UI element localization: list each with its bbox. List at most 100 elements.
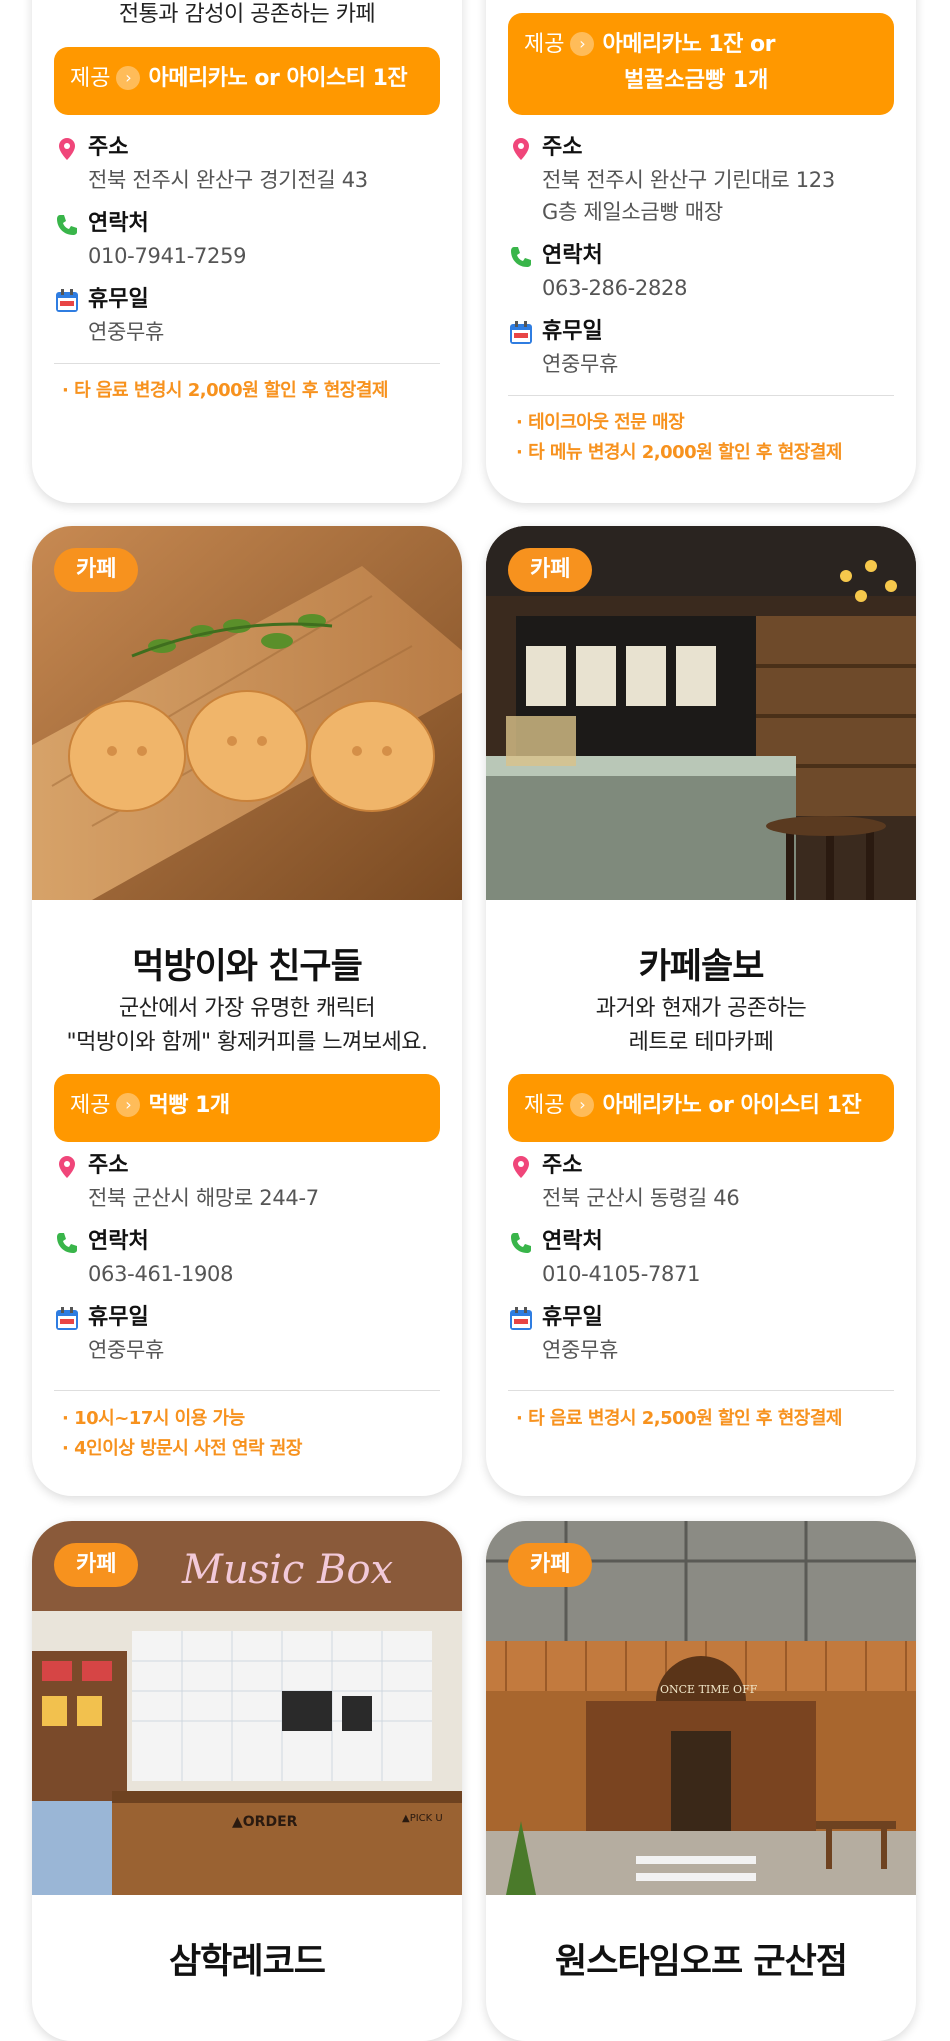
holiday-label: 휴무일 [88,1305,149,1330]
cafe-card[interactable]: 카페 먹방이와 친구들 군산에서 가장 유명한 캐릭터 "먹방이와 함께" 황제… [32,526,462,1496]
phone-icon [57,215,77,235]
info-list: 주소 전북 군산시 동령길 46 연락처 010-4105-7871 휴무일 연… [508,1150,894,1378]
cafe-name: 먹방이와 친구들 [132,947,363,987]
chevron-right-icon: › [570,1093,595,1117]
offer-value: 아메리카노 or 아이스티 1잔 [602,1093,862,1118]
phone-value: 010-4105-7871 [542,1262,701,1286]
cafe-photo: 카페 [32,526,462,900]
holiday-value: 연중무휴 [88,320,165,344]
contact-label: 연락처 [542,243,603,268]
phone-value: 063-461-1908 [88,1262,234,1286]
photo-sign-text: Music Box [181,1547,393,1593]
photo-order-text: ▲ORDER [232,1814,298,1830]
desc-line: 레트로 테마카페 [628,1030,774,1055]
address-row: 주소 전북 전주시 완산구 경기전길 43 [54,132,440,196]
cafe-description: 과거와 현재가 공존하는 레트로 테마카페 [486,992,916,1060]
address-value-line2: G층 제일소금빵 매장 [542,200,723,224]
note-item: · 타 음료 변경시 2,000원 할인 후 현장결제 [62,380,388,401]
cafe-card[interactable]: ONCE TIME OFF 카페 원스타임오프 군산점 [486,1521,916,2041]
divider [54,363,440,364]
offer-label: 제공 [70,66,111,91]
contact-label: 연락처 [542,1229,603,1254]
holiday-row: 휴무일 연중무휴 [508,316,894,380]
holiday-row: 휴무일 연중무휴 [54,284,440,348]
category-badge: 카페 [54,1543,139,1587]
address-label: 주소 [542,135,583,160]
phone-value: 010-7941-7259 [88,244,247,268]
address-label: 주소 [542,1153,583,1178]
cafe-card[interactable]: 카페 카페솔보 과거와 현재가 공존하는 레트로 테마카페 제공 › 아메리카노 o… [486,526,916,1496]
offer-box: 제공 › 먹빵 1개 [54,1074,440,1142]
location-pin-icon [513,1156,529,1178]
phone-icon [511,247,531,267]
cafe-card[interactable]: Music Box ▲ORDER ▲PICK U 카페 삼학레코드 [32,1521,462,2041]
calendar-icon [510,1307,532,1330]
cafe-photo: ONCE TIME OFF 카페 [486,1521,916,1895]
holiday-label: 휴무일 [88,287,149,312]
offer-label: 제공 [524,32,565,57]
photo-pickup-text: ▲PICK U [402,1813,443,1824]
address-row: 주소 전북 군산시 해망로 244-7 [54,1150,440,1214]
contact-row: 연락처 010-7941-7259 [54,208,440,272]
divider [508,1390,894,1391]
cafe-name: 삼학레코드 [168,1942,326,1982]
cafe-card[interactable]: 제공 › 아메리카노 1잔 or 벌꿀소금빵 1개 주소 전북 전주시 완산구 기린… [486,0,916,503]
offer-box: 제공 › 아메리카노 or 아이스티 1잔 [508,1074,894,1142]
notes: · 테이크아웃 전문 매장 · 타 메뉴 변경시 2,000원 할인 후 현장결… [516,408,896,468]
chevron-right-icon: › [116,1093,141,1117]
address-label: 주소 [88,1153,129,1178]
offer-box: 제공 › 아메리카노 or 아이스티 1잔 [54,47,440,115]
note-item: · 10시~17시 이용 가능 [62,1408,245,1429]
contact-row: 연락처 063-286-2828 [508,240,894,304]
offer-value-line2: 벌꿀소금빵 1개 [624,68,769,93]
cafe-name: 원스타임오프 군산점 [555,1942,848,1982]
address-label: 주소 [88,135,129,160]
contact-label: 연락처 [88,1229,149,1254]
notes: · 타 음료 변경시 2,500원 할인 후 현장결제 [516,1404,896,1434]
note-item: · 테이크아웃 전문 매장 [516,412,685,433]
holiday-label: 휴무일 [542,319,603,344]
address-value: 전북 군산시 해망로 244-7 [88,1186,319,1210]
desc-line: "먹방이와 함께" 황제커피를 느껴보세요. [66,1030,428,1055]
location-pin-icon [513,138,529,160]
calendar-icon [56,289,78,312]
notes: · 10시~17시 이용 가능 · 4인이상 방문시 사전 연락 권장 [62,1404,442,1464]
holiday-label: 휴무일 [542,1305,603,1330]
holiday-row: 휴무일 연중무휴 [54,1302,440,1366]
notes: · 타 음료 변경시 2,000원 할인 후 현장결제 [62,376,442,406]
address-value: 전북 군산시 동령길 46 [542,1186,740,1210]
contact-row: 연락처 010-4105-7871 [508,1226,894,1290]
calendar-icon [56,1307,78,1330]
desc-line: 과거와 현재가 공존하는 [595,996,807,1021]
address-row: 주소 전북 전주시 완산구 기린대로 123 G층 제일소금빵 매장 [508,132,894,228]
note-item: · 타 메뉴 변경시 2,000원 할인 후 현장결제 [516,442,842,463]
phone-icon [511,1233,531,1253]
divider [54,1390,440,1391]
address-value-line1: 전북 전주시 완산구 기린대로 123 [542,168,835,192]
photo-sign-text: ONCE TIME OFF [660,1683,758,1696]
contact-row: 연락처 063-461-1908 [54,1226,440,1290]
contact-label: 연락처 [88,211,149,236]
category-badge: 카페 [508,1543,593,1587]
info-list: 주소 전북 전주시 완산구 경기전길 43 연락처 010-7941-7259 … [54,132,440,360]
address-value: 전북 전주시 완산구 경기전길 43 [88,168,368,192]
holiday-row: 휴무일 연중무휴 [508,1302,894,1366]
cafe-card[interactable]: 전통과 감성이 공존하는 카페 제공 › 아메리카노 or 아이스티 1잔 주소 전… [32,0,462,503]
category-badge: 카페 [508,548,593,592]
cafe-description: 전통과 감성이 공존하는 카페 [118,2,376,27]
offer-box: 제공 › 아메리카노 1잔 or 벌꿀소금빵 1개 [508,13,894,115]
desc-line: 군산에서 가장 유명한 캐릭터 [118,996,376,1021]
note-item: · 타 음료 변경시 2,500원 할인 후 현장결제 [516,1408,842,1429]
calendar-icon [510,321,532,344]
holiday-value: 연중무휴 [542,352,619,376]
location-pin-icon [59,1156,75,1178]
cafe-name: 카페솔보 [638,947,765,987]
cafe-description: 군산에서 가장 유명한 캐릭터 "먹방이와 함께" 황제커피를 느껴보세요. [32,992,462,1060]
phone-value: 063-286-2828 [542,276,688,300]
address-row: 주소 전북 군산시 동령길 46 [508,1150,894,1214]
cafe-photo: Music Box ▲ORDER ▲PICK U 카페 [32,1521,462,1895]
offer-label: 제공 [524,1093,565,1118]
info-list: 주소 전북 군산시 해망로 244-7 연락처 063-461-1908 휴무일… [54,1150,440,1378]
note-item: · 4인이상 방문시 사전 연락 권장 [62,1438,302,1459]
offer-value: 먹빵 1개 [148,1093,230,1118]
